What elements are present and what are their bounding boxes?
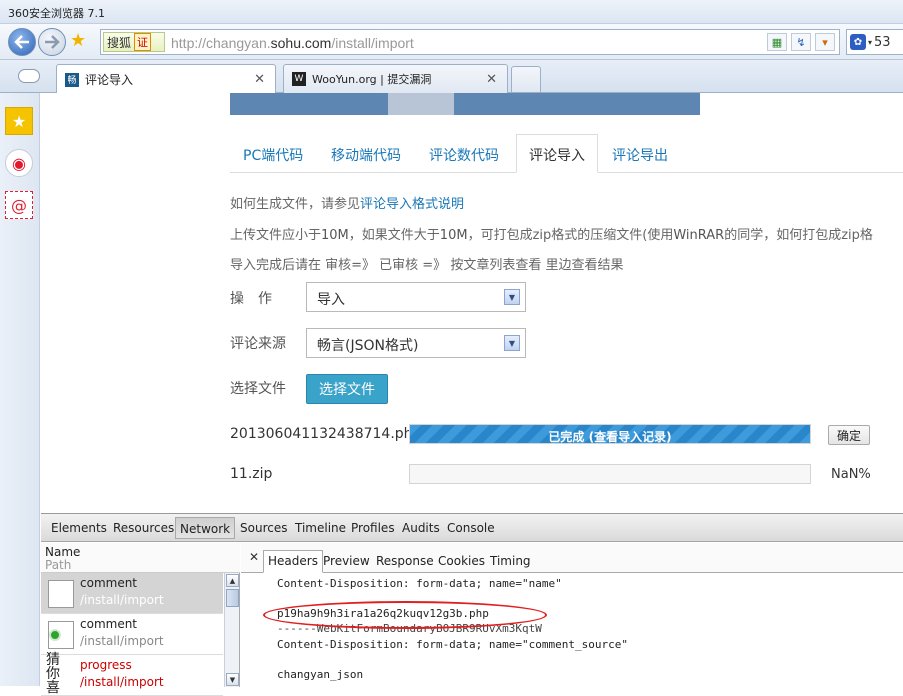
payload-line: Content-Disposition: form-data; name="co… (277, 638, 628, 651)
title-bar: 360安全浏览器 7.1 (0, 0, 903, 24)
source-label: 评论来源 (230, 336, 286, 352)
operation-select[interactable]: 导入 ▼ (306, 282, 526, 312)
info-size-line: 上传文件应小于10M，如果文件大于10M，可打包成zip格式的压缩文件(使用Wi… (230, 228, 873, 243)
compat-mode-icon[interactable]: ↯ (791, 33, 811, 51)
forward-button[interactable] (38, 28, 66, 56)
chevron-down-icon[interactable]: ▼ (504, 289, 520, 305)
tab-mobile-code[interactable]: 移动端代码 (331, 145, 401, 165)
tab-pc-code[interactable]: PC端代码 (243, 145, 303, 165)
tab-comment-import[interactable]: 评论导入 (516, 134, 598, 173)
tab-label: 评论导入 (85, 73, 134, 87)
info-result-line: 导入完成后请在 审核=》 已审核 =》 按文章列表查看 里边查看结果 (230, 258, 624, 273)
detail-tabs: ✕ Headers Preview Response Cookies Timin… (241, 543, 903, 573)
upload-progress-bar: 已完成 (查看导入记录) (409, 424, 811, 444)
search-dropdown-icon[interactable]: ▾ (868, 38, 872, 47)
source-select[interactable]: 畅言(JSON格式) ▼ (306, 328, 526, 358)
arrow-right-icon (45, 35, 60, 49)
changyan-favicon-icon: 畅 (65, 72, 79, 87)
tab-wooyun[interactable]: W WooYun.org | 提交漏洞 ✕ (283, 64, 508, 93)
devtools-toolbar: Elements Resources Network Sources Timel… (41, 514, 903, 542)
request-list-scrollbar[interactable]: ▲ ▼ (224, 573, 239, 687)
search-text: 53 (874, 34, 891, 50)
tab-console[interactable]: Console (447, 521, 495, 535)
format-doc-link[interactable]: 评论导入格式说明 (360, 197, 464, 212)
tab-headers[interactable]: Headers (263, 550, 323, 573)
close-icon[interactable]: ✕ (249, 550, 259, 564)
tab-bar: 畅 评论导入 ✕ W WooYun.org | 提交漏洞 ✕ (0, 60, 903, 94)
chevron-down-icon[interactable]: ▼ (504, 335, 520, 351)
tab-preview[interactable]: Preview (323, 554, 370, 568)
request-row[interactable]: comment /install/import (41, 573, 223, 614)
cloud-icon[interactable] (18, 69, 40, 83)
choose-file-label: 选择文件 (230, 381, 286, 397)
network-request-list: Name Path comment /install/import commen… (41, 543, 240, 696)
tab-elements[interactable]: Elements (51, 521, 107, 535)
favorites-star-icon[interactable]: ★ (5, 107, 33, 135)
path-column-header: Path (45, 558, 72, 572)
scroll-thumb[interactable] (226, 589, 239, 607)
operation-label: 操 作 (230, 291, 272, 307)
devtools-panel: Elements Resources Network Sources Timel… (41, 513, 903, 696)
window-title: 360安全浏览器 7.1 (8, 7, 105, 20)
page-content: PC端代码 移动端代码 评论数代码 评论导入 评论导出 如何生成文件，请参见评论… (41, 93, 903, 513)
request-list-header: Name Path (41, 543, 240, 573)
tab-label: WooYun.org | 提交漏洞 (312, 73, 432, 86)
top-nav-active-segment (388, 93, 454, 115)
tab-comment-export[interactable]: 评论导出 (612, 145, 668, 165)
tab-timeline[interactable]: Timeline (295, 521, 346, 535)
payload-line: Content-Disposition: form-data; name="na… (277, 577, 562, 590)
highlight-ellipse (263, 601, 547, 629)
top-nav-strip (230, 93, 700, 115)
file-name: 11.zip (230, 466, 273, 482)
code-subtabs: PC端代码 移动端代码 评论数代码 评论导入 评论导出 (230, 134, 903, 173)
tab-audits[interactable]: Audits (402, 521, 440, 535)
status-dot-icon (49, 629, 61, 641)
mail-at-icon[interactable]: @ (5, 191, 33, 219)
tab-count-code[interactable]: 评论数代码 (429, 145, 499, 165)
wooyun-favicon-icon: W (292, 72, 306, 86)
request-detail-panel: ✕ Headers Preview Response Cookies Timin… (241, 543, 903, 687)
nav-bar: ★ 搜狐 证 http://changyan.sohu.com/install/… (0, 24, 903, 60)
favorite-star-icon[interactable]: ★ (70, 32, 86, 50)
baidu-paw-icon: ✿ (850, 34, 866, 50)
tab-response[interactable]: Response (376, 554, 434, 568)
request-row[interactable]: comment /install/import (41, 614, 223, 655)
choose-file-button[interactable]: 选择文件 (306, 374, 388, 404)
progress-text[interactable]: 已完成 (查看导入记录) (410, 428, 810, 445)
payload-line: changyan_json (277, 668, 364, 681)
progress-percent: NaN% (831, 467, 871, 482)
back-button[interactable] (8, 28, 36, 56)
sidebar: ★ ◉ @ (0, 93, 40, 686)
tab-network[interactable]: Network (175, 517, 236, 539)
tab-comment-import[interactable]: 畅 评论导入 ✕ (56, 64, 276, 94)
close-icon[interactable]: ✕ (486, 72, 497, 87)
scroll-up-icon[interactable]: ▲ (226, 574, 239, 587)
tab-cookies[interactable]: Cookies (438, 554, 485, 568)
close-icon[interactable]: ✕ (254, 72, 265, 87)
info-format-line: 如何生成文件，请参见评论导入格式说明 (230, 197, 465, 212)
tab-sources[interactable]: Sources (240, 521, 287, 535)
document-icon (48, 580, 74, 608)
confirm-button[interactable]: 确定 (828, 425, 870, 445)
site-cert-badge[interactable]: 搜狐 证 (103, 32, 165, 52)
arrow-left-icon (14, 35, 29, 49)
chevron-down-icon[interactable]: ▾ (815, 33, 835, 51)
file-name: 201306041132438714.php (230, 426, 422, 442)
name-column-header[interactable]: Name (45, 545, 80, 559)
address-bar[interactable]: 搜狐 证 http://changyan.sohu.com/install/im… (100, 29, 840, 55)
tab-profiles[interactable]: Profiles (351, 521, 395, 535)
floating-recommend-text[interactable]: 猜你喜 (46, 653, 62, 695)
request-row[interactable]: progress /install/import (41, 655, 223, 696)
qrcode-icon[interactable]: ▦ (767, 33, 787, 51)
search-box[interactable]: ✿ ▾ 53 (846, 29, 903, 55)
address-url[interactable]: http://changyan.sohu.com/install/import (171, 35, 414, 51)
address-icons: ▦ ↯ ▾ (767, 33, 835, 51)
weibo-icon[interactable]: ◉ (5, 149, 33, 177)
scroll-down-icon[interactable]: ▼ (226, 673, 239, 686)
new-tab-button[interactable] (511, 66, 541, 92)
upload-progress-bar (409, 464, 811, 484)
tab-resources[interactable]: Resources (113, 521, 174, 535)
tab-timing[interactable]: Timing (490, 554, 531, 568)
